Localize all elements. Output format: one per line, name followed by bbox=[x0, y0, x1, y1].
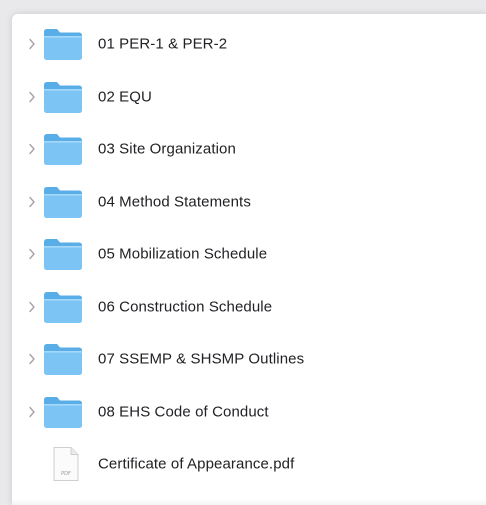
finder-window: 01 PER-1 & PER-2 02 EQU 03 Site Organiza… bbox=[12, 14, 486, 505]
chevron-right-icon[interactable] bbox=[28, 406, 36, 418]
folder-icon bbox=[44, 134, 82, 166]
list-item-folder[interactable]: 06 Construction Schedule bbox=[12, 281, 486, 334]
file-list: 01 PER-1 & PER-2 02 EQU 03 Site Organiza… bbox=[12, 18, 486, 491]
item-name: 03 Site Organization bbox=[98, 140, 236, 158]
list-item-file[interactable]: PDF Certificate of Appearance.pdf bbox=[12, 438, 486, 491]
chevron-right-icon[interactable] bbox=[28, 38, 36, 50]
folder-icon bbox=[44, 81, 82, 113]
pdf-document-icon: PDF bbox=[53, 447, 79, 482]
pdf-badge: PDF bbox=[61, 471, 71, 477]
chevron-right-icon[interactable] bbox=[28, 301, 36, 313]
chevron-right-icon[interactable] bbox=[28, 196, 36, 208]
item-name: Certificate of Appearance.pdf bbox=[98, 455, 295, 473]
list-item-folder[interactable]: 08 EHS Code of Conduct bbox=[12, 386, 486, 439]
folder-icon bbox=[44, 29, 82, 61]
folder-icon bbox=[44, 291, 82, 323]
chevron-right-icon[interactable] bbox=[28, 91, 36, 103]
folder-icon bbox=[44, 396, 82, 428]
item-name: 07 SSEMP & SHSMP Outlines bbox=[98, 350, 305, 368]
list-item-folder[interactable]: 07 SSEMP & SHSMP Outlines bbox=[12, 333, 486, 386]
list-item-folder[interactable]: 02 EQU bbox=[12, 71, 486, 124]
folder-icon bbox=[44, 239, 82, 271]
folder-icon bbox=[44, 344, 82, 376]
item-name: 05 Mobilization Schedule bbox=[98, 245, 268, 263]
item-name: 06 Construction Schedule bbox=[98, 298, 273, 316]
item-name: 08 EHS Code of Conduct bbox=[98, 403, 269, 421]
chevron-right-icon[interactable] bbox=[28, 248, 36, 260]
item-name: 02 EQU bbox=[98, 88, 152, 106]
chevron-right-icon[interactable] bbox=[28, 143, 36, 155]
bottom-fade bbox=[12, 499, 486, 505]
list-item-folder[interactable]: 05 Mobilization Schedule bbox=[12, 228, 486, 281]
list-item-folder[interactable]: 04 Method Statements bbox=[12, 176, 486, 229]
list-item-folder[interactable]: 03 Site Organization bbox=[12, 123, 486, 176]
chevron-right-icon[interactable] bbox=[28, 353, 36, 365]
item-name: 01 PER-1 & PER-2 bbox=[98, 35, 228, 53]
folder-icon bbox=[44, 186, 82, 218]
item-name: 04 Method Statements bbox=[98, 193, 251, 211]
list-item-folder[interactable]: 01 PER-1 & PER-2 bbox=[12, 18, 486, 71]
